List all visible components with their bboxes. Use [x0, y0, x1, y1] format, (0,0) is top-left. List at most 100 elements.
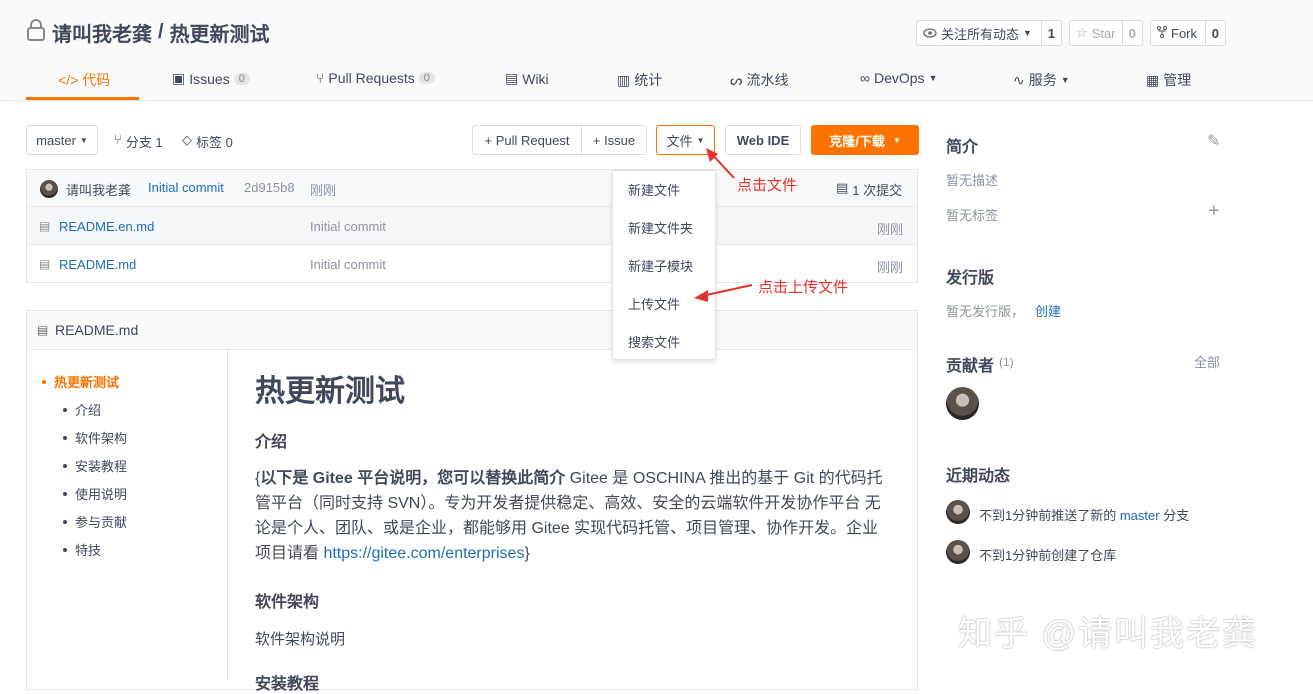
tab-pipeline-label: 流水线 — [746, 72, 789, 88]
intro-brace-end: } — [524, 545, 530, 562]
intro-line2: 管平台（同时支持 SVN）。专为开发者提供稳定、高效、安全的云端软件开发协作平台… — [255, 495, 881, 512]
pull-request-icon: ⑂ — [316, 70, 325, 86]
tab-wiki[interactable]: ▤ Wiki — [505, 70, 549, 87]
toc-item-label: 介绍 — [75, 403, 102, 418]
tab-manage-label: 管理 — [1163, 72, 1192, 88]
commit-hash[interactable]: 2d915b8 — [244, 180, 295, 195]
enterprise-link[interactable]: https://gitee.com/enterprises — [323, 545, 524, 562]
branches-link[interactable]: ⑂ 分支 1 — [114, 132, 163, 151]
menu-item-new-file[interactable]: 新建文件 — [628, 180, 680, 199]
star-icon: ☆ — [1076, 25, 1088, 40]
star-label: Star — [1091, 25, 1116, 41]
menu-item-new-folder[interactable]: 新建文件夹 — [628, 218, 693, 237]
tags-link[interactable]: ◇ 标签 0 — [182, 132, 233, 151]
tab-stats[interactable]: ▥ 统计 — [617, 70, 662, 90]
readme-heading-install: 安装教程 — [255, 676, 320, 693]
tab-pull-requests[interactable]: ⑂ Pull Requests 0 — [316, 70, 435, 86]
toc-item[interactable]: 热更新测试 — [42, 372, 119, 391]
caret-down-icon: ▼ — [1023, 28, 1032, 38]
fork-count[interactable]: 0 — [1204, 21, 1225, 45]
avatar[interactable] — [40, 180, 58, 198]
plus-icon[interactable]: + — [1208, 200, 1220, 223]
avatar[interactable] — [946, 387, 979, 420]
tab-manage[interactable]: ▦ 管理 — [1146, 70, 1191, 90]
intro-line3: 论是个人、团队、或是企业，都能够用 Gitee 实现代码托管、项目管理、协作开发… — [255, 520, 879, 537]
file-name-link[interactable]: README.en.md — [59, 219, 154, 234]
sidebar-no-tags: 暂无标签 — [946, 208, 999, 223]
pipeline-icon: ᔕ — [730, 71, 743, 88]
activity-item: 不到1分钟前创建了仓库 — [979, 548, 1117, 563]
fork-label: Fork — [1171, 25, 1197, 41]
pull-request-button[interactable]: + Pull Request — [472, 125, 582, 155]
new-issue-button[interactable]: + Issue — [581, 125, 647, 155]
contributors-all-link[interactable]: 全部 — [1194, 352, 1220, 371]
toc-item[interactable]: 安装教程 — [63, 456, 127, 475]
caret-down-icon: ▼ — [79, 135, 88, 145]
avatar[interactable] — [946, 500, 970, 524]
file-commit-message[interactable]: Initial commit — [310, 219, 386, 234]
star-count[interactable]: 0 — [1121, 21, 1142, 45]
menu-item-search-file[interactable]: 搜索文件 — [628, 332, 680, 351]
intro-bold: 以下是 Gitee 平台说明，您可以替换此简介 — [260, 470, 566, 487]
code-icon: </> — [58, 72, 79, 88]
menu-item-upload-file[interactable]: 上传文件 — [628, 294, 680, 313]
tab-devops-label: DevOps — [873, 70, 925, 86]
tab-code-label: 代码 — [82, 72, 111, 88]
manage-icon: ▦ — [1146, 71, 1160, 88]
tab-pull-requests-label: Pull Requests — [328, 70, 415, 86]
toc-item[interactable]: 参与贡献 — [63, 512, 127, 531]
commit-message[interactable]: Initial commit — [148, 180, 224, 195]
edit-icon[interactable]: ✎ — [1207, 131, 1220, 151]
readme-arch-text: 软件架构说明 — [255, 631, 346, 648]
toc-item[interactable]: 介绍 — [63, 400, 101, 419]
tab-code[interactable]: </> 代码 — [58, 70, 110, 90]
readme-filename: README.md — [55, 322, 139, 338]
watch-button[interactable]: 关注所有动态 ▼ 1 — [916, 20, 1062, 46]
branches-label: 分支 1 — [125, 135, 163, 150]
toc-item-label: 软件架构 — [75, 431, 128, 446]
watch-count[interactable]: 1 — [1040, 21, 1061, 45]
file-commit-message[interactable]: Initial commit — [310, 257, 386, 272]
commit-time: 刚刚 — [310, 183, 337, 198]
bar-chart-icon: ▥ — [617, 71, 631, 88]
watermark: 知乎 @请叫我老龚 — [958, 615, 1258, 653]
tab-pipeline[interactable]: ᔕ 流水线 — [730, 70, 788, 90]
tab-issues[interactable]: ▣ Issues 0 — [172, 70, 250, 87]
eye-icon — [923, 26, 937, 41]
intro-line1: Gitee 是 OSCHINA 推出的基于 Git 的代码托 — [565, 470, 883, 487]
commit-author[interactable]: 请叫我老龚 — [66, 180, 131, 199]
file-name-link[interactable]: README.md — [59, 257, 136, 272]
readme-heading-intro: 介绍 — [255, 434, 288, 451]
toc-item[interactable]: 特技 — [63, 540, 101, 559]
toc-item[interactable]: 使用说明 — [63, 484, 127, 503]
tab-issues-badge: 0 — [233, 72, 250, 85]
pulse-icon: ∿ — [1013, 71, 1025, 88]
fork-icon — [1157, 25, 1167, 41]
toc-bullet — [63, 463, 67, 468]
fork-button[interactable]: Fork 0 — [1150, 20, 1226, 46]
toc-item-label: 热更新测试 — [54, 375, 120, 390]
tab-pull-requests-badge: 0 — [418, 72, 435, 84]
branch-select[interactable]: master ▼ — [26, 125, 98, 155]
active-tab-underline — [26, 97, 139, 100]
avatar[interactable] — [946, 540, 970, 564]
toc-item-label: 使用说明 — [75, 487, 128, 502]
branch-icon: ⑂ — [114, 132, 122, 147]
toc-item-label: 特技 — [75, 543, 102, 558]
menu-item-new-submodule[interactable]: 新建子模块 — [628, 256, 693, 275]
sidebar-no-description: 暂无描述 — [946, 173, 999, 188]
tab-services[interactable]: ∿ 服务 ▼ — [1013, 70, 1070, 90]
caret-down-icon: ▼ — [928, 73, 938, 83]
repo-name-link[interactable]: 热更新测试 — [170, 18, 270, 47]
toc-item[interactable]: 软件架构 — [63, 428, 127, 447]
toc-divider — [227, 350, 228, 681]
activity-branch-link[interactable]: master — [1120, 508, 1160, 523]
star-button[interactable]: ☆ Star 0 — [1069, 20, 1143, 46]
annotation-click-upload: 点击上传文件 — [758, 279, 849, 296]
book-icon: ▤ — [505, 70, 519, 86]
tab-services-label: 服务 — [1028, 72, 1057, 88]
tab-devops[interactable]: ∞ DevOps ▼ — [860, 70, 937, 86]
toc-bullet — [63, 407, 67, 412]
repo-owner-link[interactable]: 请叫我老龚 — [52, 18, 152, 47]
create-release-link[interactable]: 创建 — [1035, 301, 1061, 320]
